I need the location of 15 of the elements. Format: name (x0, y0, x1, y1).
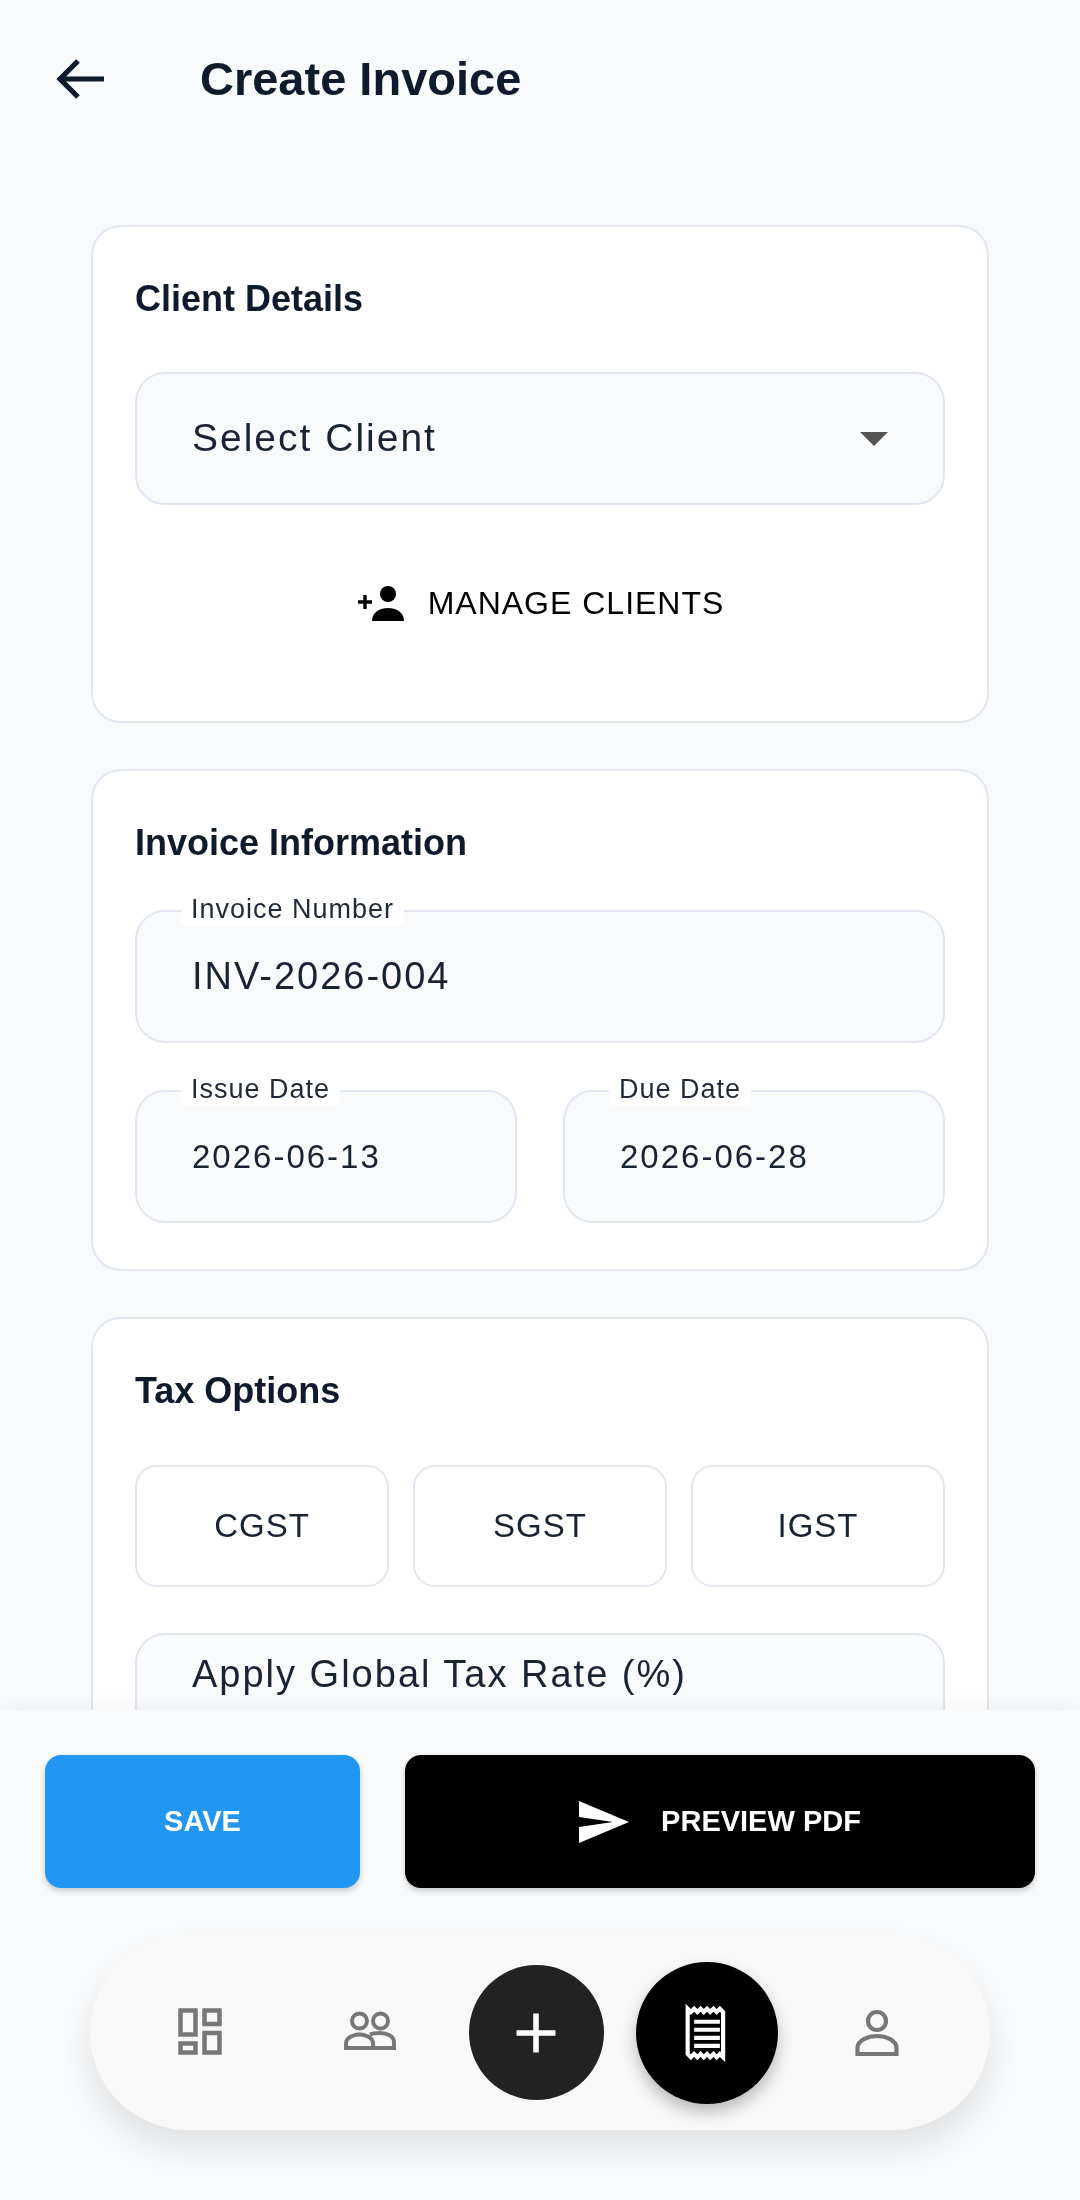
tax-option-button[interactable]: SGST (413, 1464, 667, 1587)
section-title: Client Details (135, 277, 365, 321)
back-arrow-icon (54, 57, 106, 101)
manage-clients-button[interactable]: MANAGE CLIENTS (343, 571, 737, 636)
dropdown-caret-icon (860, 431, 888, 446)
tax-option-button[interactable]: CGST (135, 1464, 389, 1587)
page-title: Create Invoice (200, 50, 522, 107)
client-select[interactable]: Select Client (135, 372, 945, 506)
section-title: Tax Options (135, 1369, 342, 1413)
global-tax-rate-field[interactable]: Apply Global Tax Rate (%) (135, 1632, 945, 1710)
send-icon (579, 1800, 630, 1843)
preview-pdf-button[interactable]: PREVIEW PDF (405, 1755, 1035, 1888)
add-person-icon (355, 585, 406, 622)
section-title: Invoice Information (135, 821, 469, 865)
tax-option-button[interactable]: IGST (691, 1464, 945, 1587)
